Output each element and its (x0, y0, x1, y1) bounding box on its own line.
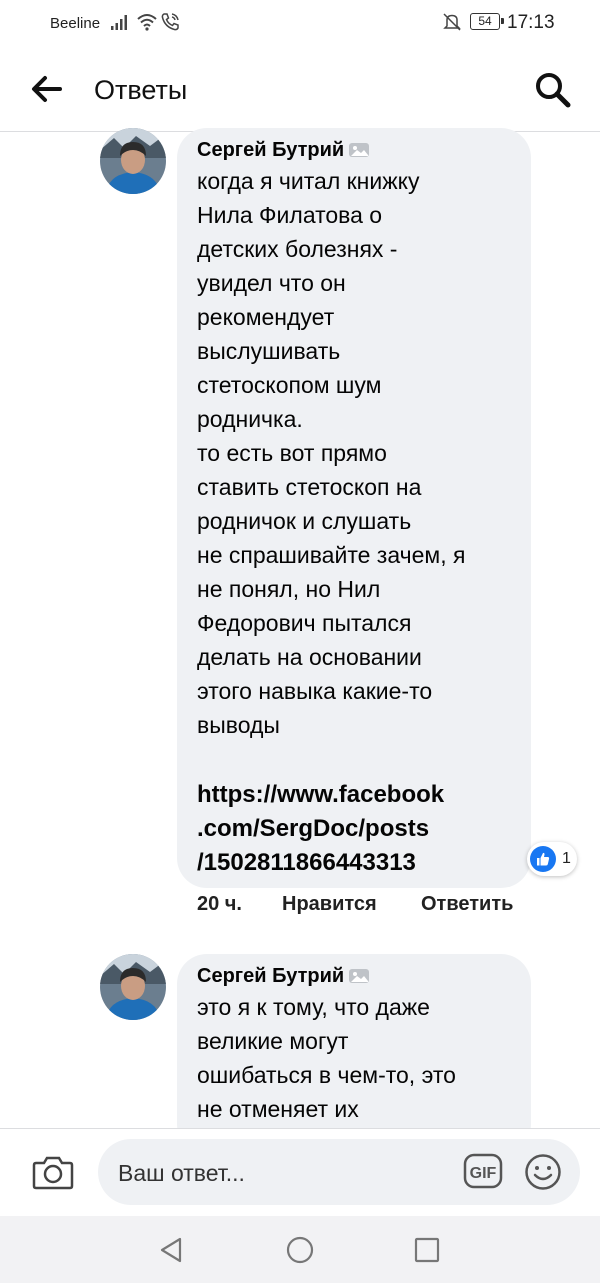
avatar[interactable] (100, 954, 166, 1020)
photo-badge-icon (349, 969, 370, 983)
photo-badge-icon (349, 143, 370, 157)
system-nav-bar (0, 1216, 600, 1283)
header: Ответы (0, 46, 600, 132)
mute-bell-icon (443, 13, 461, 31)
page-title: Ответы (94, 75, 188, 105)
wifi-icon (137, 14, 157, 31)
avatar[interactable] (100, 128, 166, 194)
search-icon[interactable] (533, 71, 573, 109)
comment-bubble: Сергей Бутрий это я к тому, что даже вел… (177, 954, 531, 1154)
comment-text: это я к тому, что даже великие могут оши… (197, 994, 456, 1122)
comment-author[interactable]: Сергей Бутрий (197, 138, 511, 162)
call-icon (161, 13, 179, 31)
emoji-icon[interactable] (524, 1153, 562, 1191)
like-button[interactable]: Нравится (282, 893, 377, 916)
comment-author[interactable]: Сергей Бутрий (197, 964, 511, 988)
signal-icon (111, 15, 127, 30)
comment-bubble: Сергей Бутрий когда я читал книжку Нила … (177, 128, 531, 888)
battery-indicator: 54 (470, 13, 504, 30)
author-name[interactable]: Сергей Бутрий (197, 964, 344, 988)
comment-text: когда я читал книжку Нила Филатова о дет… (197, 168, 466, 738)
comment-time: 20 ч. (197, 893, 242, 915)
like-reaction-icon (530, 846, 556, 872)
reaction-count: 1 (562, 850, 571, 867)
reply-input-placeholder: Ваш ответ... (118, 1160, 245, 1186)
nav-back-icon[interactable] (158, 1236, 186, 1264)
gif-icon[interactable]: GIF (463, 1153, 503, 1189)
carrier-name: Beeline (50, 15, 101, 32)
status-bar: Beeline 54 17:13 (0, 0, 600, 46)
comment-link[interactable]: https://www.facebook .com/SergDoc/posts … (197, 778, 511, 880)
camera-icon[interactable] (32, 1153, 74, 1191)
reply-input[interactable]: Ваш ответ... GIF (98, 1139, 580, 1205)
author-name[interactable]: Сергей Бутрий (197, 138, 344, 162)
nav-recents-icon[interactable] (414, 1237, 440, 1263)
gif-label: GIF (470, 1165, 497, 1182)
back-arrow-icon[interactable] (30, 74, 64, 104)
nav-home-icon[interactable] (285, 1235, 315, 1265)
reaction-pill[interactable]: 1 (527, 842, 577, 876)
reply-button[interactable]: Ответить (421, 893, 513, 916)
reply-composer: Ваш ответ... GIF (0, 1128, 600, 1216)
status-time: 17:13 (507, 12, 555, 33)
text-spacer (197, 744, 511, 778)
